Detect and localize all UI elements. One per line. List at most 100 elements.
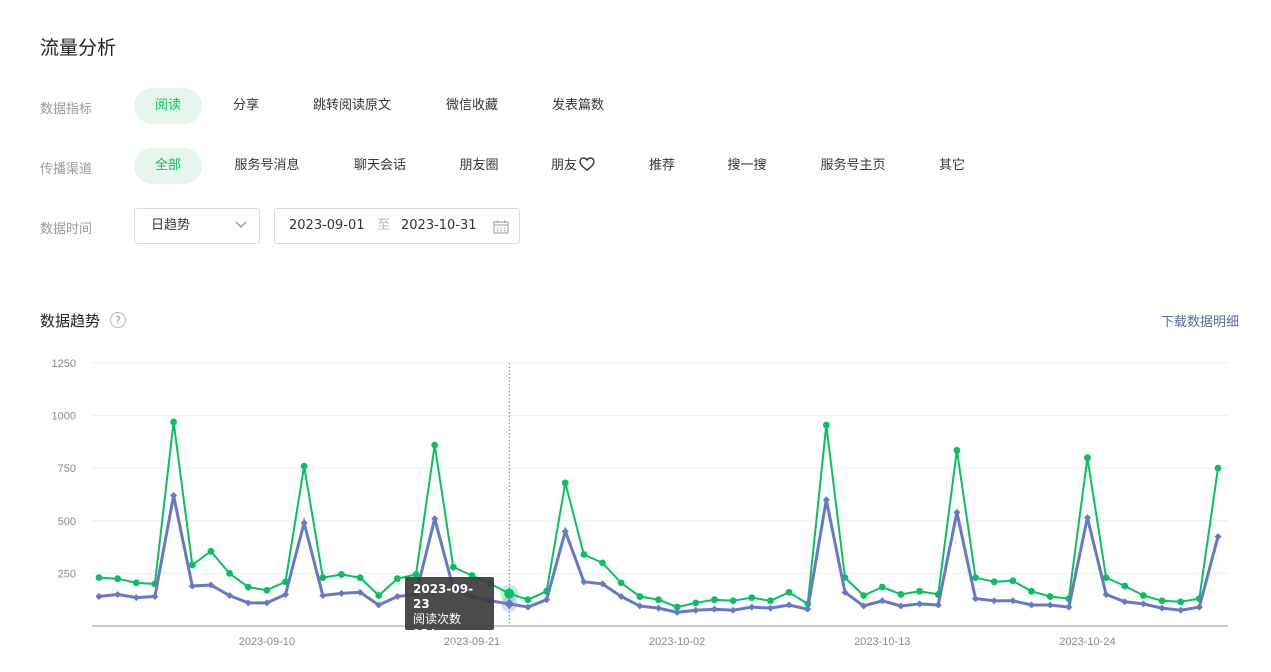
data-point	[319, 574, 327, 582]
page-title: 流量分析	[40, 37, 117, 59]
channel-option-homepage[interactable]: 服务号主页	[802, 148, 904, 184]
data-point	[1177, 606, 1185, 614]
calendar-icon[interactable]	[493, 220, 509, 234]
data-point	[1140, 592, 1147, 599]
data-point	[711, 596, 718, 604]
download-detail-link[interactable]: 下载数据明细	[1161, 311, 1239, 330]
channel-friends-label: 朋友	[550, 158, 577, 173]
channel-option-service-msg[interactable]: 服务号消息	[216, 148, 318, 184]
data-point	[580, 551, 588, 558]
channel-option-recommend[interactable]: 推荐	[630, 148, 694, 184]
x-tick-label: 2023-10-13	[854, 636, 910, 648]
date-range-picker[interactable]: 2023-09-01 至 2023-10-31	[274, 208, 520, 244]
metric-option-posts[interactable]: 发表篇数	[534, 88, 622, 124]
data-point	[785, 601, 793, 609]
data-point	[878, 583, 886, 591]
data-point	[655, 596, 662, 604]
data-point	[710, 605, 718, 613]
data-point	[338, 571, 345, 578]
data-point	[337, 589, 345, 597]
data-point	[1065, 603, 1073, 611]
data-point	[767, 597, 774, 605]
metric-option-favorites[interactable]: 微信收藏	[428, 88, 516, 124]
data-point	[394, 575, 401, 583]
data-point	[822, 496, 830, 504]
data-point	[897, 602, 905, 610]
data-point	[655, 604, 662, 612]
y-tick-label: 1000	[52, 411, 76, 423]
data-point	[729, 597, 737, 605]
data-point	[1046, 601, 1054, 609]
data-point	[748, 603, 756, 611]
y-tick-label: 250	[58, 568, 76, 580]
data-point	[300, 462, 308, 470]
trend-title: 数据趋势	[40, 312, 101, 330]
data-point	[972, 574, 979, 582]
data-point	[748, 594, 756, 601]
data-point	[897, 591, 905, 598]
data-point	[1195, 603, 1203, 611]
granularity-select[interactable]: 日趋势	[134, 208, 260, 244]
data-point	[151, 593, 159, 601]
data-point	[916, 587, 923, 595]
data-point	[263, 586, 271, 594]
data-point	[170, 492, 178, 500]
x-tick-label: 2023-10-02	[649, 636, 705, 648]
chart-tooltip: 2023-09-23 阅读次数 154 阅读人数 105	[405, 577, 494, 671]
trend-chart[interactable]: 250500750100012502023-09-10 2023-09-21 202…	[0, 350, 1271, 667]
channel-option-friends[interactable]: 朋友	[536, 148, 610, 184]
data-point	[319, 591, 327, 599]
data-point	[1009, 577, 1017, 585]
data-point	[729, 606, 737, 614]
data-point	[1214, 464, 1222, 472]
data-point	[1177, 598, 1185, 606]
channel-option-search[interactable]: 搜一搜	[712, 148, 782, 184]
data-point	[524, 596, 532, 604]
data-point	[953, 446, 961, 454]
data-point	[822, 421, 830, 429]
granularity-value: 日趋势	[151, 218, 191, 233]
chevron-down-icon	[235, 221, 247, 228]
data-point	[226, 570, 233, 577]
data-point	[990, 597, 998, 605]
data-point	[207, 547, 215, 555]
help-icon[interactable]: ?	[110, 312, 126, 328]
heart-icon	[579, 157, 595, 171]
channel-option-other[interactable]: 其它	[920, 148, 984, 184]
data-point	[692, 606, 700, 614]
data-point	[132, 594, 140, 602]
tooltip-date: 2023-09-23	[413, 582, 474, 611]
channel-option-chat[interactable]: 聊天会话	[336, 148, 424, 184]
data-point	[785, 588, 793, 596]
metric-option-shares[interactable]: 分享	[216, 88, 276, 124]
data-point	[561, 479, 569, 487]
data-point	[1083, 514, 1091, 522]
metric-option-reads[interactable]: 阅读	[134, 88, 202, 124]
data-point	[1121, 582, 1129, 590]
data-point	[860, 592, 868, 599]
data-point	[114, 575, 122, 583]
data-point	[599, 559, 606, 567]
y-tick-label: 1250	[52, 358, 76, 370]
data-point	[170, 418, 178, 426]
data-point	[804, 605, 812, 613]
data-point	[953, 508, 961, 516]
channel-option-all[interactable]: 全部	[134, 148, 202, 184]
date-start[interactable]: 2023-09-01	[289, 209, 365, 243]
data-point	[95, 593, 103, 601]
data-point	[132, 579, 140, 587]
data-point	[431, 441, 439, 449]
data-point	[673, 608, 681, 616]
data-point	[972, 595, 980, 603]
data-point	[356, 574, 364, 582]
channel-option-moments[interactable]: 朋友圈	[444, 148, 514, 184]
x-tick-label: 2023-09-10	[239, 636, 295, 648]
y-tick-label: 500	[58, 516, 76, 528]
metrics-label: 数据指标	[40, 102, 93, 117]
data-point	[766, 604, 774, 612]
metric-option-read-original[interactable]: 跳转阅读原文	[296, 88, 408, 124]
data-point	[990, 578, 998, 586]
data-point	[934, 601, 942, 609]
date-end[interactable]: 2023-10-31	[401, 209, 477, 243]
data-point	[878, 597, 886, 605]
